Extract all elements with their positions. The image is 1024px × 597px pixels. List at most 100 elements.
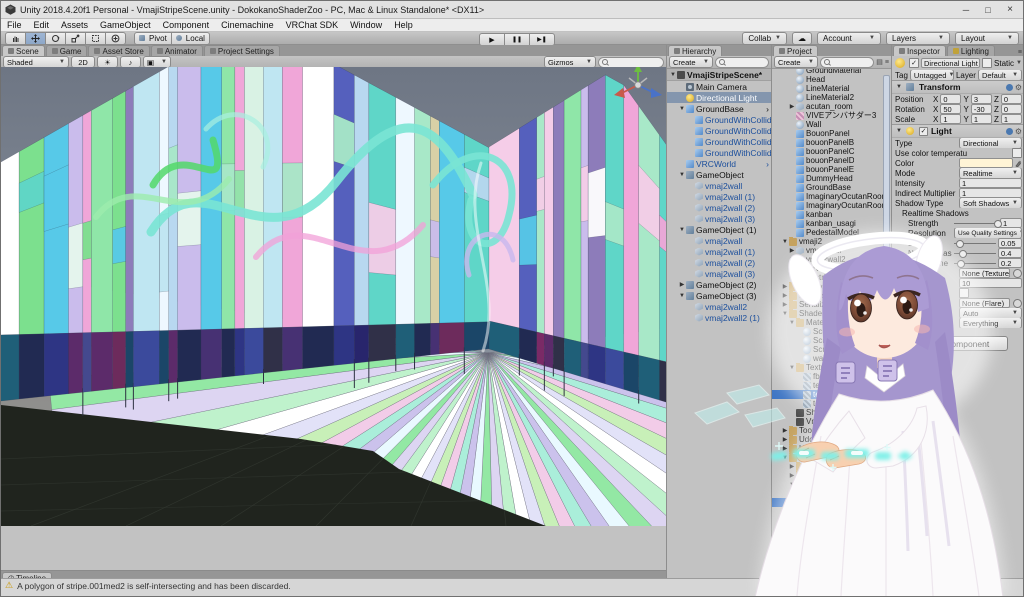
tab-lighting[interactable]: Lighting (947, 45, 995, 56)
scene-canvas[interactable] (1, 67, 666, 526)
hierarchy-item[interactable]: GroundWithCollider2 (667, 125, 771, 136)
indirect-field[interactable]: 1 (959, 188, 1022, 198)
layout-dropdown[interactable]: Layout▼ (955, 32, 1019, 45)
transform-scale-z-field[interactable]: 1 (1001, 114, 1022, 124)
hierarchy-item[interactable]: GroundWithCollider_line (667, 136, 771, 147)
project-item[interactable]: Wall (772, 120, 891, 129)
foldout-arrow-icon[interactable]: ▼ (678, 106, 686, 112)
project-item[interactable]: DummyHead (772, 174, 891, 183)
foldout-arrow-icon[interactable]: ▼ (669, 72, 677, 78)
tab-scene[interactable]: Scene (2, 45, 45, 56)
hierarchy-item[interactable]: Main Camera (667, 81, 771, 92)
gear-icon[interactable]: ⚙ (1015, 127, 1022, 136)
transform-position-x-field[interactable]: 0 (940, 94, 961, 104)
scale-tool-button[interactable] (65, 32, 85, 45)
titlebar[interactable]: Unity 2018.4.20f1 Personal - VmajiStripe… (1, 1, 1024, 19)
static-checkbox[interactable] (982, 58, 992, 68)
project-item[interactable]: VIVEアンバサダー3 (772, 111, 891, 120)
hierarchy-create-dropdown[interactable]: Create▼ (669, 56, 713, 68)
tab-project-settings[interactable]: Project Settings (204, 45, 280, 56)
hierarchy-item[interactable]: GroundWithCollider2_lin (667, 147, 771, 158)
light-type-dropdown[interactable]: Directional▼ (959, 138, 1022, 148)
tab-inspector[interactable]: Inspector (893, 45, 946, 56)
light-enabled-checkbox[interactable]: ✓ (919, 127, 928, 136)
transform-rotation-y-field[interactable]: -30 (971, 104, 992, 114)
collab-dropdown[interactable]: Collab▼ (742, 32, 787, 45)
gameobject-name-field[interactable]: Directional Light (921, 58, 980, 68)
menu-help[interactable]: Help (388, 19, 419, 32)
project-item[interactable]: ImaginaryOcutanRoom (772, 192, 891, 201)
transform-scale-x-field[interactable]: 1 (940, 114, 961, 124)
local-toggle[interactable]: Local (172, 32, 210, 45)
rect-tool-button[interactable] (85, 32, 105, 45)
project-item[interactable]: bouonPanelB (772, 138, 891, 147)
project-create-dropdown[interactable]: Create▼ (774, 56, 818, 68)
project-item[interactable]: LineMaterial2 (772, 93, 891, 102)
tab-hierarchy[interactable]: Hierarchy (668, 45, 722, 56)
gear-icon[interactable]: ⚙ (1015, 83, 1022, 92)
menu-gameobject[interactable]: GameObject (94, 19, 157, 32)
tab-asset-store[interactable]: Asset Store (88, 45, 149, 56)
tab-game[interactable]: Game (46, 45, 88, 56)
transform-rotation-x-field[interactable]: 50 (940, 104, 961, 114)
menu-assets[interactable]: Assets (55, 19, 94, 32)
shadow-type-dropdown[interactable]: Soft Shadows▼ (959, 198, 1022, 208)
project-options-icon[interactable]: ▤ (876, 58, 883, 66)
project-item[interactable]: ImaginaryOcutanRoom (772, 201, 891, 210)
transform-position-y-field[interactable]: 3 (971, 94, 992, 104)
light-header[interactable]: ▼ ✓ Light ⚙ (892, 124, 1024, 138)
layer-dropdown[interactable]: Default▼ (978, 70, 1022, 80)
project-item[interactable]: bouonPanelD (772, 156, 891, 165)
transform-tool-button[interactable] (105, 32, 126, 45)
help-icon[interactable] (1006, 128, 1013, 135)
project-item[interactable]: GroundBase (772, 183, 891, 192)
transform-header[interactable]: ▼ Transform ⚙ (892, 80, 1024, 94)
hierarchy-item[interactable]: vmaj2wall (2) (667, 202, 771, 213)
hierarchy-search-input[interactable] (715, 57, 769, 68)
tag-dropdown[interactable]: Untagged▼ (910, 70, 954, 80)
light-mode-dropdown[interactable]: Realtime▼ (959, 168, 1022, 178)
hierarchy-item[interactable]: ▼GroundBase› (667, 103, 771, 114)
gameobject-enabled-checkbox[interactable]: ✓ (909, 58, 919, 68)
hierarchy-item[interactable]: VRCWorld› (667, 158, 771, 169)
transform-position-z-field[interactable]: 0 (1001, 94, 1022, 104)
foldout-arrow-icon[interactable]: ▼ (678, 172, 686, 178)
pivot-toggle[interactable]: Pivot (134, 32, 172, 45)
maximize-button[interactable]: □ (977, 2, 999, 17)
move-tool-button[interactable] (25, 32, 45, 45)
menu-cinemachine[interactable]: Cinemachine (215, 19, 280, 32)
tab-project[interactable]: Project (773, 45, 818, 56)
hierarchy-item[interactable]: Directional Light (667, 92, 771, 103)
project-search-input[interactable] (820, 57, 874, 68)
intensity-field[interactable]: 1 (959, 178, 1022, 188)
layers-dropdown[interactable]: Layers▼ (886, 32, 950, 45)
transform-scale-y-field[interactable]: 1 (971, 114, 992, 124)
hierarchy-item[interactable]: GroundWithCollider (667, 114, 771, 125)
inspector-menu-icon[interactable]: ≡ (1018, 49, 1024, 56)
transform-rotation-z-field[interactable]: 0 (1001, 104, 1022, 114)
project-item[interactable]: Head (772, 75, 891, 84)
menu-file[interactable]: File (1, 19, 28, 32)
project-item[interactable]: bouonPanelE (772, 165, 891, 174)
close-button[interactable]: × (999, 2, 1021, 17)
menu-window[interactable]: Window (344, 19, 388, 32)
tab-animator[interactable]: Animator (151, 45, 203, 56)
menu-vrchat-sdk[interactable]: VRChat SDK (280, 19, 345, 32)
project-item[interactable]: BouonPanel (772, 129, 891, 138)
hand-tool-button[interactable] (5, 32, 25, 45)
menu-edit[interactable]: Edit (28, 19, 56, 32)
help-icon[interactable] (1006, 84, 1013, 91)
light-color-swatch[interactable] (959, 158, 1013, 168)
foldout-arrow-icon[interactable]: ▶ (788, 103, 796, 110)
project-lock-icon[interactable]: ≡ (885, 59, 889, 66)
hierarchy-item[interactable]: vmaj2wall (1) (667, 191, 771, 202)
hierarchy-item[interactable]: vmaj2wall (667, 180, 771, 191)
account-dropdown[interactable]: Account▼ (817, 32, 881, 45)
scene-search-input[interactable] (598, 57, 664, 68)
color-temp-checkbox[interactable] (1012, 148, 1022, 158)
hierarchy-item[interactable]: ▼VmajiStripeScene* (667, 69, 771, 81)
rotate-tool-button[interactable] (45, 32, 65, 45)
menu-component[interactable]: Component (157, 19, 216, 32)
project-item[interactable]: LineMaterial (772, 84, 891, 93)
hierarchy-item[interactable]: ▼GameObject (667, 169, 771, 180)
